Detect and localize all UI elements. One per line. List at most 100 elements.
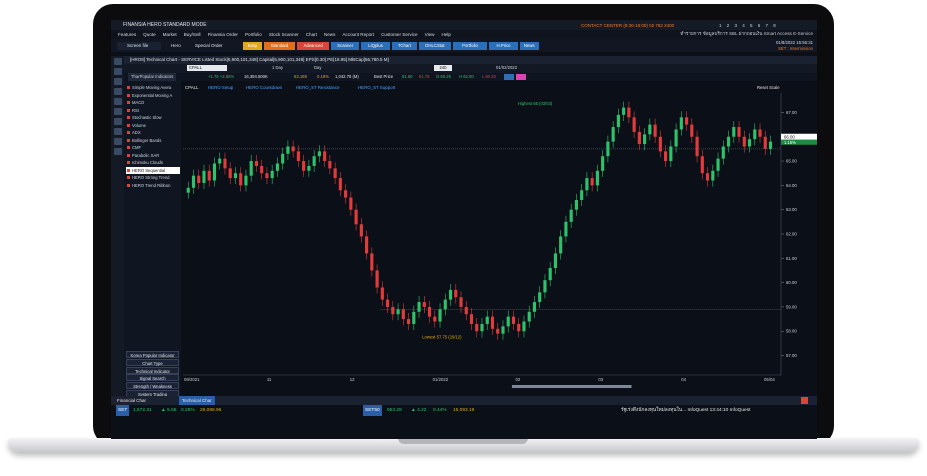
vline-icon[interactable] xyxy=(113,98,122,105)
mode-tab-9[interactable]: News xyxy=(519,42,539,50)
menu-item-11[interactable]: View xyxy=(425,32,435,37)
menu-item-6[interactable]: Stock Scanner xyxy=(269,32,299,37)
tab-technical-chart[interactable]: Technical Char xyxy=(179,396,215,405)
mode-tab-2[interactable]: Advanced xyxy=(297,42,329,50)
indicator-item[interactable]: HERO Trend Ribbon xyxy=(126,182,180,189)
symbol-input[interactable]: CPALL xyxy=(187,65,227,71)
menu-item-3[interactable]: Buy/Sell xyxy=(184,32,201,37)
erase-icon[interactable] xyxy=(113,148,122,155)
set-value: 1,572.31 xyxy=(133,408,152,413)
mode-tab-6[interactable]: OHLCStat xyxy=(419,42,451,50)
candle-body xyxy=(695,136,699,157)
screen-search-input[interactable]: Screen file xyxy=(117,42,161,50)
menu-right-links[interactable]: ทำรายการ ข้อมูลบริการ SBL ฝากถอนเงิน Sma… xyxy=(680,31,813,38)
mode-tab-7[interactable]: Portfolio xyxy=(452,42,488,50)
crosshair-icon[interactable] xyxy=(113,68,122,75)
sell-button[interactable] xyxy=(516,74,526,80)
hline-icon[interactable] xyxy=(113,88,122,95)
mode-tab-1[interactable]: Standard xyxy=(263,42,296,50)
trendline-icon[interactable] xyxy=(113,78,122,85)
candle-body xyxy=(527,311,531,322)
text-icon[interactable] xyxy=(113,118,122,125)
timeframe[interactable]: 1 Day xyxy=(272,65,283,71)
ask-price: 61.75 xyxy=(419,74,430,79)
mode-tab-8[interactable]: H.Price xyxy=(489,42,518,50)
chart-svg[interactable]: CPALL HERO Setup HERO Countdown HERO_ST Res… xyxy=(181,81,817,399)
candle-body xyxy=(632,117,636,132)
high-price: H 62.00 xyxy=(459,74,474,79)
hero-dropdown[interactable]: Hero xyxy=(171,42,181,50)
indicator-item[interactable]: MACD xyxy=(126,99,180,106)
mode-tab-5[interactable]: TChart xyxy=(391,42,417,50)
indicator-item[interactable]: RSI xyxy=(126,107,180,114)
sidebar-button-1[interactable]: Chart Type xyxy=(126,358,179,366)
candle-body xyxy=(643,134,647,145)
legend-label: CPALL xyxy=(185,85,199,90)
y-tick-label: 64.00 xyxy=(786,183,797,188)
indicator-tab-label[interactable]: TharPopular Indicators xyxy=(128,73,177,81)
menu-item-2[interactable]: Market xyxy=(163,32,177,37)
candle-body xyxy=(207,170,211,181)
menu-item-4[interactable]: Finansia Order xyxy=(208,32,238,37)
price-chart[interactable]: CPALL HERO Setup HERO Countdown HERO_ST Res… xyxy=(181,81,817,399)
sidebar-button-4[interactable]: Strength / Weakness xyxy=(126,382,179,390)
candle-body xyxy=(349,197,353,210)
contact-center[interactable]: CONTACT CENTER (8:30-18:00) 02 782 2400 xyxy=(581,23,674,28)
legend-label: HERO_ST Resistance xyxy=(296,85,340,90)
candle-body xyxy=(438,309,442,322)
mode-tab-3[interactable]: Scanner xyxy=(331,42,360,50)
candle-body xyxy=(742,136,746,147)
ticker-bar: SET 1,572.31 ▲ 5.66 0.25% 26,088.96 SET5… xyxy=(111,405,817,416)
indicator-item[interactable]: Stochastic Slow xyxy=(126,114,180,121)
indicator-item[interactable]: Volume xyxy=(126,122,180,129)
candle-body xyxy=(370,253,374,271)
set-label[interactable]: SET xyxy=(116,405,130,416)
cursor-icon[interactable] xyxy=(113,58,122,65)
set50-change: ▲ 4.22 xyxy=(411,408,427,413)
interval-day[interactable]: Day xyxy=(314,65,321,71)
menu-item-1[interactable]: Quote xyxy=(143,32,156,37)
indicator-label: Parabolic SAR xyxy=(132,152,160,158)
zoom-icon[interactable] xyxy=(113,128,122,135)
news-ticker[interactable]: รัฐเร่งดึงนักลงทุนใหม่ลงทุนใน... InfoQue… xyxy=(621,405,750,416)
date-end-input[interactable]: 01/02/2022 xyxy=(496,65,517,71)
menu-item-0[interactable]: Features xyxy=(118,32,136,37)
indicator-item[interactable]: Simple Moving Avera xyxy=(126,84,180,91)
candle-body xyxy=(611,127,615,142)
lookback-input[interactable]: 240 xyxy=(434,65,452,71)
sidebar-button-3[interactable]: Signal Search xyxy=(126,374,179,382)
close-icon[interactable] xyxy=(801,397,808,404)
candle-body xyxy=(674,129,678,147)
buy-button[interactable] xyxy=(504,74,514,80)
indicator-item[interactable]: CMF xyxy=(126,144,180,151)
magnet-icon[interactable] xyxy=(113,138,122,145)
last-pct-label: 1.15% xyxy=(784,140,796,145)
menu-item-5[interactable]: Portfolio xyxy=(245,32,262,37)
candle-body xyxy=(538,292,542,303)
menu-item-8[interactable]: News xyxy=(324,32,336,37)
reset-scale-button[interactable]: Reset Scale xyxy=(757,85,780,90)
candle-body xyxy=(679,117,683,130)
indicator-icon xyxy=(127,93,130,97)
window-switcher[interactable]: 1 2 3 4 5 6 7 8 xyxy=(719,23,778,28)
tab-financial-chart[interactable]: Financial Char xyxy=(117,396,146,405)
menu-item-12[interactable]: Help xyxy=(442,32,451,37)
mode-tab-0[interactable]: Easy xyxy=(243,42,262,50)
sidebar-button-0[interactable]: Korea Popular Indicator xyxy=(126,351,179,358)
special-order-dropdown[interactable]: Special Order xyxy=(195,42,223,50)
menu-item-9[interactable]: Account Report xyxy=(342,32,374,37)
indicator-item[interactable]: HERO Strong Trend xyxy=(126,174,180,181)
indicator-item[interactable]: Bollinger Bands xyxy=(126,137,180,144)
indicator-item[interactable]: Parabolic SAR xyxy=(126,152,180,159)
indicator-item[interactable]: Ichimoku Clouds xyxy=(126,159,180,166)
menu-item-10[interactable]: Customer Service xyxy=(381,32,418,37)
indicator-item[interactable]: Exponential Moving A xyxy=(126,92,180,99)
indicator-item[interactable]: ADX xyxy=(126,129,180,136)
candle-body xyxy=(511,316,516,324)
set50-label[interactable]: SET50 xyxy=(363,405,382,416)
fibo-icon[interactable] xyxy=(113,108,122,115)
mode-tab-4[interactable]: LiQplus xyxy=(361,42,390,50)
indicator-item[interactable]: HERO Sequential xyxy=(126,166,180,174)
menu-item-7[interactable]: Chart xyxy=(306,32,317,37)
sidebar-button-2[interactable]: Technical Indicator xyxy=(126,366,179,374)
